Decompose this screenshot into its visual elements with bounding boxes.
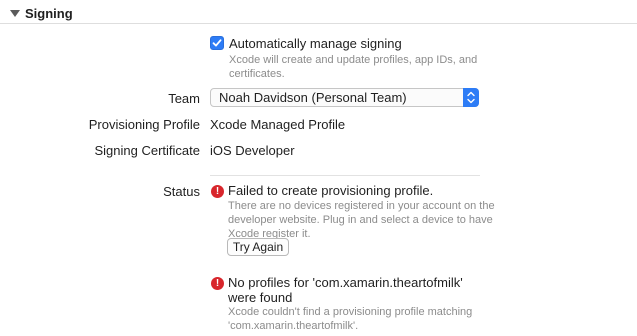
auto-signing-checkbox[interactable] (210, 36, 224, 50)
try-again-button[interactable]: Try Again (227, 238, 289, 256)
team-select[interactable]: Noah Davidson (Personal Team) (210, 88, 479, 107)
select-stepper-icon[interactable] (463, 88, 479, 107)
error-icon: ! (211, 277, 224, 290)
provisioning-profile-label: Provisioning Profile (88, 117, 200, 132)
status-divider (210, 175, 480, 176)
section-title: Signing (25, 6, 73, 21)
checkmark-icon (212, 39, 222, 47)
disclosure-triangle-icon[interactable] (10, 10, 20, 17)
auto-signing-label[interactable]: Automatically manage signing (229, 36, 402, 51)
error-icon: ! (211, 185, 224, 198)
error-description: There are no devices registered in your … (228, 200, 495, 240)
signing-certificate-value: iOS Developer (210, 143, 295, 158)
team-selected-value: Noah Davidson (Personal Team) (219, 90, 407, 105)
error-title: No profiles for 'com.xamarin.theartofmil… (228, 275, 463, 305)
error-description: Xcode couldn't find a provisioning profi… (228, 306, 473, 332)
team-label: Team (168, 91, 200, 106)
status-label: Status (163, 184, 200, 199)
provisioning-profile-value: Xcode Managed Profile (210, 117, 346, 132)
signing-section-header[interactable]: Signing (0, 0, 637, 30)
signing-certificate-label: Signing Certificate (94, 143, 201, 158)
error-title: Failed to create provisioning profile. (228, 183, 434, 198)
header-divider (0, 23, 637, 24)
auto-signing-hint: Xcode will create and update profiles, a… (229, 54, 478, 80)
